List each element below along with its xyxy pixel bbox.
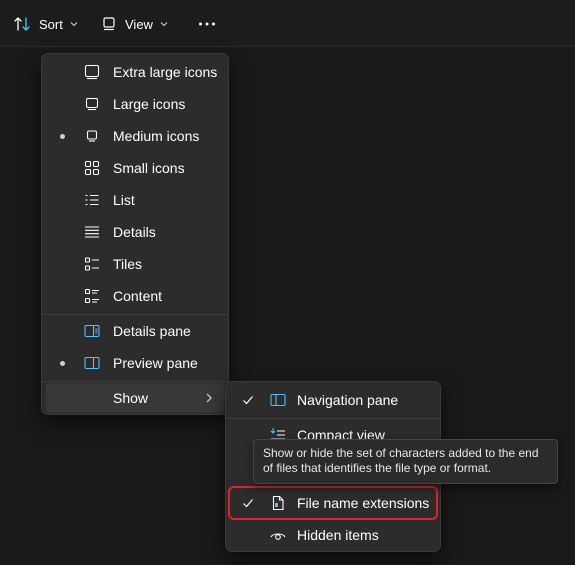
menu-separator [42, 314, 228, 315]
menu-item-label: File name extensions [297, 495, 430, 511]
navigation-pane-icon [270, 392, 286, 408]
sort-icon [13, 15, 31, 33]
file-extension-icon [270, 495, 286, 511]
tiles-icon [84, 256, 100, 272]
menu-item-small-icons[interactable]: Small icons [46, 153, 224, 183]
menu-item-label: Tiles [113, 256, 143, 272]
menu-item-content[interactable]: Content [46, 281, 224, 311]
menu-item-tiles[interactable]: Tiles [46, 249, 224, 279]
view-icon [101, 16, 117, 32]
more-horizontal-icon [198, 21, 216, 27]
tooltip: Show or hide the set of characters added… [253, 439, 558, 484]
small-icons-icon [84, 160, 100, 176]
menu-item-details-pane[interactable]: Details pane [46, 316, 224, 346]
menu-item-details[interactable]: Details [46, 217, 224, 247]
sort-button[interactable]: Sort [13, 8, 79, 40]
checkmark-icon [242, 497, 254, 509]
menu-item-label: Content [113, 288, 163, 304]
menu-item-medium-icons[interactable]: Medium icons [46, 121, 224, 151]
chevron-right-icon [204, 391, 214, 407]
sort-label: Sort [39, 16, 63, 32]
view-label: View [125, 16, 153, 32]
menu-item-show[interactable]: Show [46, 383, 224, 413]
menu-item-label: Hidden items [297, 527, 379, 543]
more-options-button[interactable] [192, 8, 222, 40]
checkmark-icon [242, 394, 254, 406]
view-menu: Extra large icons Large icons Medium ico… [41, 53, 229, 415]
menu-item-label: Details [113, 224, 156, 240]
menu-item-label: Small icons [113, 160, 185, 176]
command-bar: Sort View [0, 0, 575, 47]
menu-separator [226, 418, 440, 419]
preview-pane-icon [84, 355, 100, 371]
chevron-down-icon [160, 20, 168, 28]
menu-item-label: Medium icons [113, 128, 200, 144]
menu-item-navigation-pane[interactable]: Navigation pane [230, 385, 436, 415]
content-icon [84, 288, 100, 304]
extra-large-icons-icon [84, 64, 100, 80]
chevron-down-icon [70, 20, 78, 28]
menu-item-preview-pane[interactable]: Preview pane [46, 348, 224, 378]
selected-bullet-icon [60, 134, 65, 139]
list-icon [84, 192, 100, 208]
menu-item-extra-large-icons[interactable]: Extra large icons [46, 57, 224, 87]
view-button[interactable]: View [101, 8, 171, 40]
large-icons-icon [84, 96, 100, 112]
menu-item-list[interactable]: List [46, 185, 224, 215]
menu-item-label: Details pane [113, 323, 191, 339]
details-pane-icon [84, 323, 100, 339]
menu-item-label: Large icons [113, 96, 186, 112]
medium-icons-icon [84, 128, 100, 144]
menu-item-label: Navigation pane [297, 392, 399, 408]
menu-item-file-name-extensions[interactable]: File name extensions [228, 486, 438, 520]
menu-item-label: Extra large icons [113, 64, 218, 80]
hidden-items-icon [270, 527, 286, 543]
menu-separator [42, 381, 228, 382]
details-icon [84, 224, 100, 240]
menu-item-label: Preview pane [113, 355, 198, 371]
selected-bullet-icon [60, 361, 65, 366]
menu-item-label: Show [113, 390, 149, 406]
menu-item-label: List [113, 192, 135, 208]
menu-item-large-icons[interactable]: Large icons [46, 89, 224, 119]
menu-item-hidden-items[interactable]: Hidden items [230, 520, 436, 550]
